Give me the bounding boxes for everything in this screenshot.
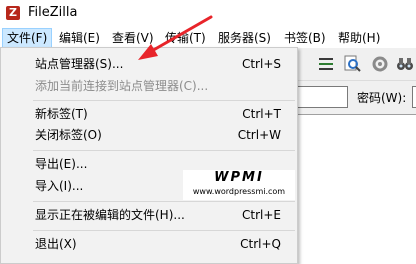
menu-transfer[interactable]: 传输(T) xyxy=(161,28,210,48)
menu-separator xyxy=(33,100,295,101)
menu-view[interactable]: 查看(V) xyxy=(108,28,158,48)
watermark-logo: WPMI www.wordpressmi.com xyxy=(183,170,295,200)
watermark-url: www.wordpressmi.com xyxy=(192,187,286,196)
find-files-icon[interactable] xyxy=(395,54,415,74)
menu-item-label: 导入(I)... xyxy=(35,179,84,193)
menu-item-label: 导出(E)... xyxy=(35,157,88,171)
search-remote-icon[interactable] xyxy=(343,54,363,74)
menu-item-label: 添加当前连接到站点管理器(C)... xyxy=(35,79,209,93)
sync-browsing-icon[interactable] xyxy=(370,54,390,74)
title-bar: Z FileZilla xyxy=(0,0,416,28)
menu-item-site-manager[interactable]: 站点管理器(S)... Ctrl+S xyxy=(2,53,296,75)
filezilla-icon: Z xyxy=(6,6,20,20)
password-input[interactable] xyxy=(412,86,416,108)
filter-icon[interactable] xyxy=(316,54,336,74)
menu-bar: 文件(F) 编辑(E) 查看(V) 传输(T) 服务器(S) 书签(B) 帮助(… xyxy=(0,28,416,48)
menu-file[interactable]: 文件(F) xyxy=(2,28,53,48)
menu-separator xyxy=(33,201,295,202)
menu-item-shortcut: Ctrl+T xyxy=(242,107,281,121)
menu-item-label: 显示正在被编辑的文件(H)... xyxy=(35,208,185,222)
menu-item-label: 退出(X) xyxy=(35,237,77,251)
file-menu-dropdown: 站点管理器(S)... Ctrl+S 添加当前连接到站点管理器(C)... 新标… xyxy=(0,47,298,264)
menu-edit[interactable]: 编辑(E) xyxy=(55,28,104,48)
username-input[interactable] xyxy=(296,86,348,108)
menu-item-close-tab[interactable]: 关闭标签(O) Ctrl+W xyxy=(2,124,296,146)
menu-item-label: 新标签(T) xyxy=(35,107,88,121)
menu-item-shortcut: Ctrl+W xyxy=(237,128,281,142)
menu-item-label: 关闭标签(O) xyxy=(35,128,102,142)
filezilla-window: Z FileZilla 文件(F) 编辑(E) 查看(V) 传输(T) 服务器(… xyxy=(0,0,416,264)
menu-separator xyxy=(33,150,295,151)
menu-item-new-tab[interactable]: 新标签(T) Ctrl+T xyxy=(2,103,296,125)
menu-item-shortcut: Ctrl+E xyxy=(242,208,281,222)
menu-item-show-edited-files[interactable]: 显示正在被编辑的文件(H)... Ctrl+E xyxy=(2,204,296,226)
menu-server[interactable]: 服务器(S) xyxy=(214,28,275,48)
menu-help[interactable]: 帮助(H) xyxy=(334,28,384,48)
menu-item-label: 站点管理器(S)... xyxy=(35,57,124,71)
menu-item-add-to-site-manager: 添加当前连接到站点管理器(C)... xyxy=(2,75,296,97)
menu-item-shortcut: Ctrl+Q xyxy=(240,237,281,251)
menu-item-shortcut: Ctrl+S xyxy=(241,57,281,71)
window-title: FileZilla xyxy=(28,5,78,20)
watermark-title: WPMI xyxy=(214,170,264,185)
menu-item-exit[interactable]: 退出(X) Ctrl+Q xyxy=(2,233,296,255)
menu-separator xyxy=(33,230,295,231)
menu-bookmarks[interactable]: 书签(B) xyxy=(280,28,330,48)
password-label: 密码(W): xyxy=(357,91,407,105)
